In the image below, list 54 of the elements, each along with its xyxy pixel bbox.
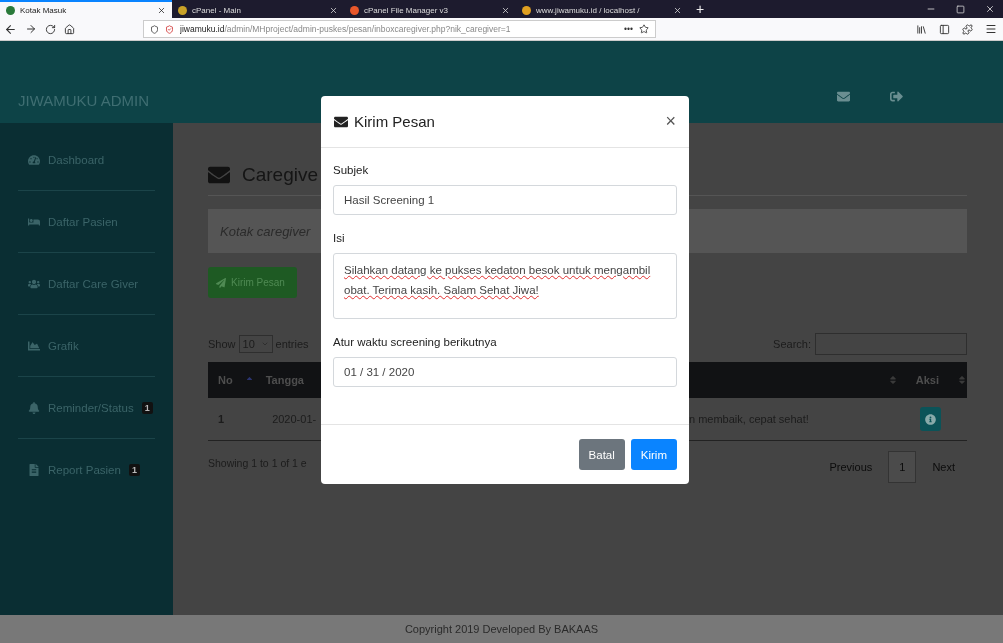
home-icon[interactable] [64, 23, 75, 35]
field-label: Subjek [333, 164, 370, 176]
shield-icon [150, 24, 159, 34]
envelope-icon [208, 164, 230, 186]
close-icon[interactable] [157, 5, 166, 15]
browser-tab[interactable]: www.jiwamuku.id / localhost / [516, 0, 688, 18]
cancel-button[interactable]: Batal [578, 439, 625, 470]
paper-plane-icon [216, 277, 226, 288]
count-badge: 1 [128, 463, 140, 476]
file-icon [28, 463, 40, 476]
bookmark-icon[interactable] [639, 24, 649, 34]
chart-icon [28, 339, 40, 352]
field-label: Atur waktu screening berikutnya [333, 336, 498, 348]
library-icon[interactable] [916, 23, 927, 35]
extension-icon[interactable] [962, 23, 973, 35]
favicon-icon [350, 5, 359, 15]
subject-field[interactable]: Hasil Screening 1 [333, 185, 677, 215]
forward-icon[interactable] [25, 23, 37, 35]
sidebar-icon[interactable] [939, 23, 950, 35]
message-textarea[interactable]: Silahkan datang ke pukses kedaton besok untuk mengambil obat. Terima kasih. Salam Sehat Jiwa! [333, 253, 677, 319]
envelope-icon [334, 114, 348, 129]
users-icon [28, 277, 40, 290]
close-icon[interactable] [329, 5, 338, 15]
browser-tab[interactable]: Kotak Masuk [0, 0, 172, 18]
count-badge: 1 [141, 401, 153, 414]
gauge-icon [28, 153, 40, 166]
favicon-icon [6, 5, 15, 15]
reload-icon[interactable] [45, 23, 56, 35]
close-icon[interactable] [501, 5, 510, 15]
new-tab-button[interactable]: + [688, 0, 713, 18]
footer-text: Copyright 2019 Developed By BAKAAS [404, 623, 599, 635]
send-button[interactable]: Kirim [630, 439, 677, 470]
browser-tab[interactable]: cPanel - Main [172, 0, 344, 18]
close-icon[interactable] [985, 4, 995, 14]
logout-icon[interactable] [890, 90, 903, 103]
bell-icon [28, 401, 40, 414]
browser-tab[interactable]: cPanel File Manager v3 [344, 0, 516, 18]
bed-icon [28, 215, 40, 228]
modal-title: Kirim Pesan [354, 113, 436, 130]
close-icon[interactable] [673, 5, 682, 15]
page-actions-button[interactable]: ••• [624, 24, 633, 34]
info-icon [925, 413, 936, 425]
menu-icon[interactable] [985, 23, 997, 35]
favicon-icon [178, 5, 187, 15]
close-button[interactable]: × [665, 111, 676, 132]
address-field[interactable]: jiwamuku.id/admin/MHproject/admin-puskes/pesan/inboxcaregiver.php?nik_caregiver=1 ••• [143, 20, 656, 38]
info-button[interactable] [920, 407, 941, 431]
field-label: Isi [333, 232, 346, 244]
favicon-icon [522, 5, 531, 15]
envelope-icon[interactable] [837, 90, 850, 103]
back-icon[interactable] [4, 22, 17, 36]
maximize-icon[interactable] [956, 4, 965, 14]
lock-icon [165, 24, 174, 34]
date-field[interactable]: 01 / 31 / 2020 [333, 357, 677, 387]
